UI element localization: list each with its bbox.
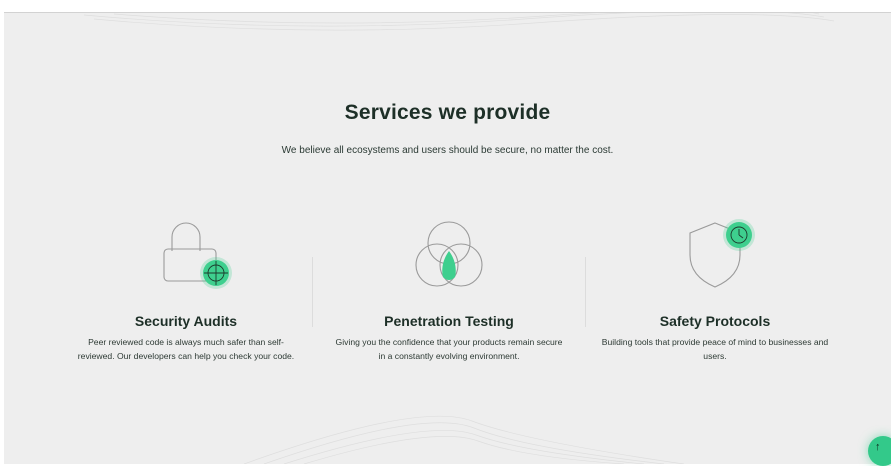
service-title: Security Audits: [134, 313, 238, 329]
scroll-to-top-button[interactable]: ↑: [868, 436, 891, 466]
services-page: Services we provide We believe all ecosy…: [4, 12, 891, 464]
column-divider: [585, 257, 586, 327]
padlock-crosshair-icon: [163, 222, 232, 289]
service-card-safety-protocols: Safety Protocols Building tools that pro…: [600, 213, 830, 361]
service-card-security-audits: Security Audits Peer reviewed code is al…: [71, 213, 301, 361]
service-description: Building tools that provide peace of min…: [601, 337, 829, 361]
service-title: Penetration Testing: [384, 313, 514, 329]
section-subtitle: We believe all ecosystems and users shou…: [281, 145, 614, 156]
column-divider: [312, 257, 313, 327]
service-title: Safety Protocols: [659, 313, 771, 329]
service-card-penetration-testing: Penetration Testing Giving you the confi…: [334, 213, 564, 361]
service-description: Peer reviewed code is always much safer …: [77, 337, 295, 361]
venn-diagram-icon: [415, 221, 483, 287]
arrow-up-icon: ↑: [875, 441, 881, 453]
service-description: Giving you the confidence that your prod…: [335, 337, 563, 361]
shield-clock-icon: [689, 219, 755, 288]
section-title: Services we provide: [344, 101, 551, 124]
